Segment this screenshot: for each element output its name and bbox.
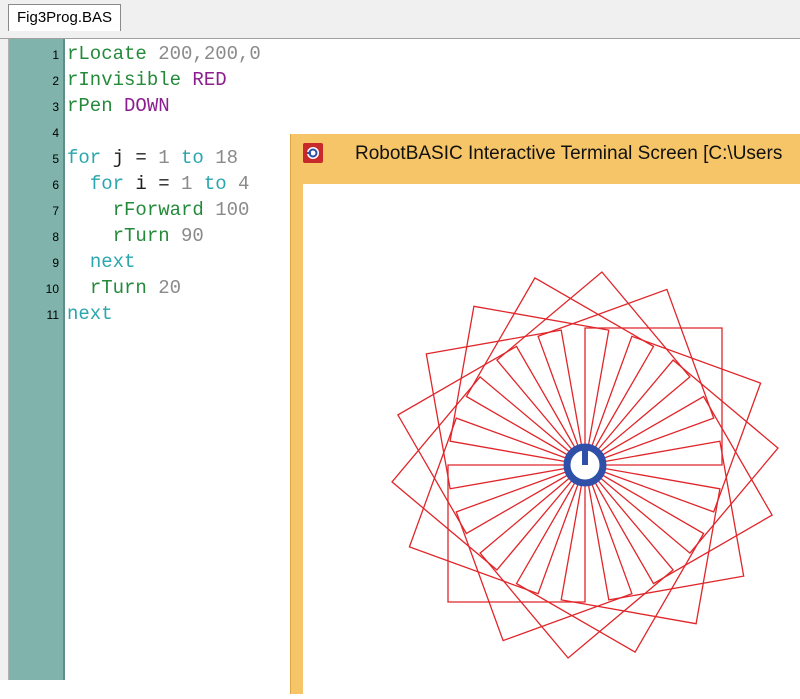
code-line[interactable]: rTurn 90 [67,223,204,249]
line-number: 9 [52,256,59,270]
line-number: 4 [52,126,59,140]
drawn-square [391,375,586,571]
drawn-square [455,464,633,642]
code-token: to [169,147,216,169]
drawn-square [495,271,691,466]
code-token: rForward [112,199,216,221]
code-line[interactable]: rLocate 200,200,0 [67,41,261,67]
code-line[interactable]: rTurn 20 [67,275,181,301]
tab-bar: Fig3Prog.BAS [0,0,800,39]
code-line[interactable]: rForward 100 [67,197,250,223]
code-line[interactable]: rInvisible RED [67,67,227,93]
robotbasic-app-icon[interactable] [303,143,323,163]
code-token: RED [192,69,227,91]
code-token: to [192,173,239,195]
terminal-screen[interactable] [303,184,800,694]
terminal-window[interactable]: RobotBASIC Interactive Terminal Screen [… [290,134,800,694]
code-token: 200,200,0 [158,43,261,65]
line-number: 10 [45,282,59,296]
code-token: for [67,147,113,169]
drawn-square [479,464,675,659]
drawn-square [584,395,773,585]
line-number: 5 [52,152,59,166]
code-line[interactable]: for i = 1 to 4 [67,171,250,197]
drawn-square [408,417,586,595]
code-line[interactable]: next [67,301,113,327]
code-line[interactable]: next [67,249,136,275]
code-token: for [89,173,136,195]
gutter-separator [63,39,65,680]
line-number: 1 [52,48,59,62]
drawn-square [584,359,779,555]
drawn-square [397,345,586,535]
line-number-gutter: 1 2 3 4 5 6 7 8 9 10 11 [9,39,63,680]
terminal-title: RobotBASIC Interactive Terminal Screen [… [355,143,783,164]
code-token: 4 [238,173,250,195]
line-number: 8 [52,230,59,244]
code-token: rLocate [67,43,159,65]
code-token: 100 [215,199,250,221]
code-token: DOWN [124,95,170,117]
drawn-square [537,288,715,466]
code-line[interactable]: rPen DOWN [67,93,170,119]
code-token: 18 [215,147,239,169]
code-token: i = [135,173,182,195]
code-token: j = [112,147,159,169]
line-number: 2 [52,74,59,88]
code-token: rInvisible [67,69,193,91]
code-token: 20 [158,277,182,299]
tab-file[interactable]: Fig3Prog.BAS [8,4,122,31]
code-token: 1 [181,173,193,195]
line-number: 6 [52,178,59,192]
line-number: 3 [52,100,59,114]
robot-icon [563,443,607,487]
drawn-square [584,335,762,513]
code-token: next [89,251,136,273]
line-number: 7 [52,204,59,218]
code-line[interactable]: for j = 1 to 18 [67,145,238,171]
line-number: 11 [46,308,59,322]
code-token: rPen [67,95,125,117]
code-token: next [67,303,113,325]
code-token: rTurn [112,225,182,247]
code-token: rTurn [89,277,159,299]
terminal-titlebar[interactable]: RobotBASIC Interactive Terminal Screen [… [291,134,800,172]
editor-left-border [0,39,9,680]
code-token: 1 [158,147,170,169]
code-token: 90 [181,225,204,247]
drawing-canvas [391,271,779,659]
drawn-square [465,277,655,466]
drawn-square [515,464,705,653]
